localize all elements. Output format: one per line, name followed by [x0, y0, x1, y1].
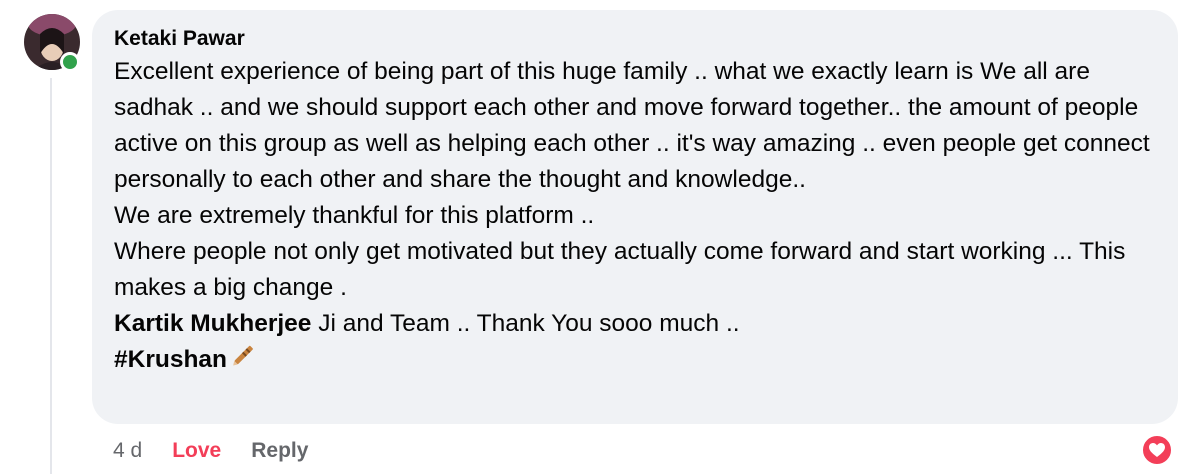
mention-suffix-text: Ji and Team .. Thank You sooo much .. [311, 310, 740, 337]
comment-timestamp[interactable]: 4 d [113, 439, 142, 463]
comment-author[interactable]: Ketaki Pawar [114, 26, 1156, 52]
user-mention-link[interactable]: Kartik Mukherjee [114, 310, 311, 337]
comment-mention-line: Kartik Mukherjee Ji and Team .. Thank Yo… [114, 306, 1156, 342]
pencil-flute-icon [229, 343, 255, 380]
comment-actions: 4 d Love Reply [113, 436, 308, 466]
love-button[interactable]: Love [172, 439, 221, 463]
comment-paragraph: Excellent experience of being part of th… [114, 58, 1150, 193]
thread-line [50, 78, 52, 474]
comment-hashtag-line: #Krushan [114, 342, 1156, 380]
comment-body: Excellent experience of being part of th… [114, 54, 1156, 380]
comment-paragraph: Where people not only get motivated but … [114, 238, 1126, 301]
comment-bubble: Ketaki Pawar Excellent experience of bei… [92, 10, 1178, 424]
online-status-dot [60, 52, 80, 72]
comment-paragraph: We are extremely thankful for this platf… [114, 202, 595, 229]
love-reaction-icon[interactable] [1141, 434, 1173, 466]
hashtag-link[interactable]: #Krushan [114, 346, 227, 373]
reply-button[interactable]: Reply [251, 439, 308, 463]
